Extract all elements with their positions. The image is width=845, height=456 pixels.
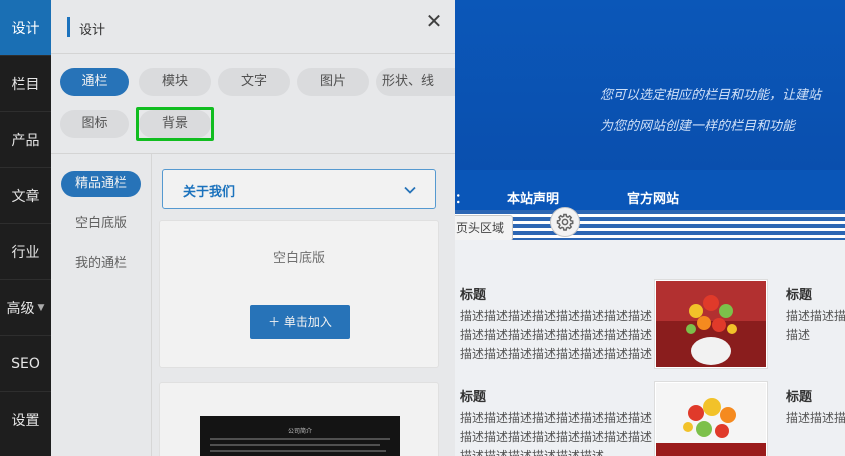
- dropdown-value: 关于我们: [183, 185, 236, 200]
- category-label: 精品通栏: [74, 176, 127, 191]
- gear-icon: [556, 213, 574, 231]
- article-desc: 描述描述描述描述描述描述描述描述描述描述描述描述描述描述描述描述描述描述描述描述…: [460, 309, 653, 361]
- tab-image[interactable]: 图片: [297, 68, 369, 96]
- region-tag[interactable]: 页头区域: [455, 215, 514, 241]
- design-panel: 设计 ✕ 通栏 模块 文字 图片 形状、线 图标 背景 精品通栏 空白底版 我的…: [51, 0, 455, 456]
- add-button-label: ＋ 单击加入: [268, 315, 332, 329]
- article-title: 标题: [460, 288, 487, 303]
- article-thumbnail[interactable]: [654, 381, 768, 456]
- category-blank[interactable]: 空白底版: [61, 211, 141, 237]
- article-thumbnail[interactable]: [654, 279, 768, 369]
- tab-shapes[interactable]: 形状、线: [376, 68, 455, 96]
- article-title: 标题: [786, 288, 813, 303]
- category-label: 我的通栏: [74, 256, 127, 271]
- highlight-box: [136, 107, 214, 141]
- tab-text[interactable]: 文字: [218, 68, 290, 96]
- template-preview: 公司简介: [200, 416, 400, 456]
- hero-banner: 您可以选定相应的栏目和功能，让建站 为您的网站创建一样的栏目和功能: [455, 0, 845, 170]
- nav-item-label: 栏目: [11, 76, 40, 93]
- site-preview: 您可以选定相应的栏目和功能，让建站 为您的网站创建一样的栏目和功能 ： 本站声明…: [455, 0, 845, 456]
- vertical-separator: [151, 154, 152, 456]
- add-button[interactable]: ＋ 单击加入: [250, 305, 350, 339]
- caret-down-icon: ▼: [37, 302, 45, 313]
- fruit-bouquet-image: [656, 281, 766, 367]
- preview-text-line: [210, 444, 380, 446]
- tab-label: 文字: [240, 74, 267, 89]
- tab-label: 图标: [81, 116, 108, 131]
- tab-module[interactable]: 模块: [139, 68, 211, 96]
- fruit-bouquet-image: [656, 383, 766, 456]
- nav-item-label: SEO: [11, 355, 40, 372]
- category-mine[interactable]: 我的通栏: [61, 251, 141, 277]
- section-dropdown[interactable]: 关于我们: [162, 169, 436, 209]
- panel-title: 设计: [79, 23, 106, 38]
- nav-item-label: 产品: [11, 132, 40, 149]
- close-icon: ✕: [425, 9, 443, 33]
- article-desc: 描述描述描述描述描述描述描述描述描述: [786, 309, 845, 342]
- article-item[interactable]: 标题 描述描述描述描述描述描述描述描述描述描述描述描述描述描述描述描述描述描述描…: [460, 284, 656, 364]
- menu-item-official[interactable]: 官方网站: [627, 188, 679, 207]
- article-item[interactable]: 标题 描述描述描述描述描述: [786, 386, 845, 428]
- tab-label: 通栏: [81, 74, 108, 89]
- preview-text-line: [210, 438, 390, 440]
- template-card-about[interactable]: 公司简介: [159, 382, 439, 456]
- nav-item-label: 设置: [11, 413, 40, 429]
- hero-text-line1: 您可以选定相应的栏目和功能，让建站: [600, 88, 822, 103]
- nav-item-articles[interactable]: 文章: [0, 168, 51, 224]
- hero-text-line2: 为您的网站创建一样的栏目和功能: [600, 119, 796, 134]
- card-title: 空白底版: [272, 251, 325, 266]
- menu-item-partial[interactable]: ：: [455, 188, 468, 207]
- close-button[interactable]: ✕: [424, 11, 444, 31]
- panel-header: 设计 ✕: [51, 0, 455, 54]
- menu-item-statement[interactable]: 本站声明: [507, 188, 559, 207]
- article-title: 标题: [460, 390, 487, 405]
- nav-item-label: 行业: [11, 244, 40, 261]
- nav-item-label: 文章: [11, 188, 40, 205]
- panel-divider: [51, 153, 455, 154]
- header-stripes: [455, 210, 845, 240]
- nav-item-columns[interactable]: 栏目: [0, 56, 51, 112]
- chevron-down-icon: [404, 186, 416, 194]
- template-card-blank[interactable]: 空白底版 ＋ 单击加入: [159, 220, 439, 368]
- tab-icon[interactable]: 图标: [60, 110, 129, 138]
- nav-item-products[interactable]: 产品: [0, 112, 51, 168]
- nav-item-industry[interactable]: 行业: [0, 224, 51, 280]
- nav-item-advanced[interactable]: 高级 ▼: [0, 280, 51, 336]
- region-tag-label: 页头区域: [456, 221, 505, 235]
- region-settings-button[interactable]: [550, 207, 580, 237]
- article-desc: 描述描述描述描述描述: [786, 411, 845, 425]
- tab-label: 形状、线: [382, 74, 435, 89]
- preview-text-line: [210, 450, 386, 452]
- title-accent-bar: [67, 17, 70, 37]
- nav-item-settings[interactable]: 设置: [0, 392, 51, 448]
- article-desc: 描述描述描述描述描述描述描述描述描述描述描述描述描述描述描述描述描述描述描述描述…: [460, 411, 653, 456]
- tab-label: 模块: [161, 74, 188, 89]
- nav-item-design[interactable]: 设计: [0, 0, 51, 56]
- category-featured[interactable]: 精品通栏: [61, 171, 141, 197]
- article-title: 标题: [786, 390, 813, 405]
- nav-item-seo[interactable]: SEO: [0, 336, 51, 392]
- category-label: 空白底版: [74, 216, 127, 231]
- tab-tonglan[interactable]: 通栏: [60, 68, 129, 96]
- tab-label: 图片: [319, 74, 346, 89]
- nav-item-label: 高级: [6, 300, 35, 317]
- article-item[interactable]: 标题 描述描述描述描述描述描述描述描述描述: [786, 284, 845, 345]
- article-item[interactable]: 标题 描述描述描述描述描述描述描述描述描述描述描述描述描述描述描述描述描述描述描…: [460, 386, 656, 456]
- preview-title: 公司简介: [287, 428, 312, 435]
- nav-item-label: 设计: [11, 20, 40, 37]
- left-nav: 设计 栏目 产品 文章 行业 高级 ▼ SEO 设置: [0, 0, 51, 456]
